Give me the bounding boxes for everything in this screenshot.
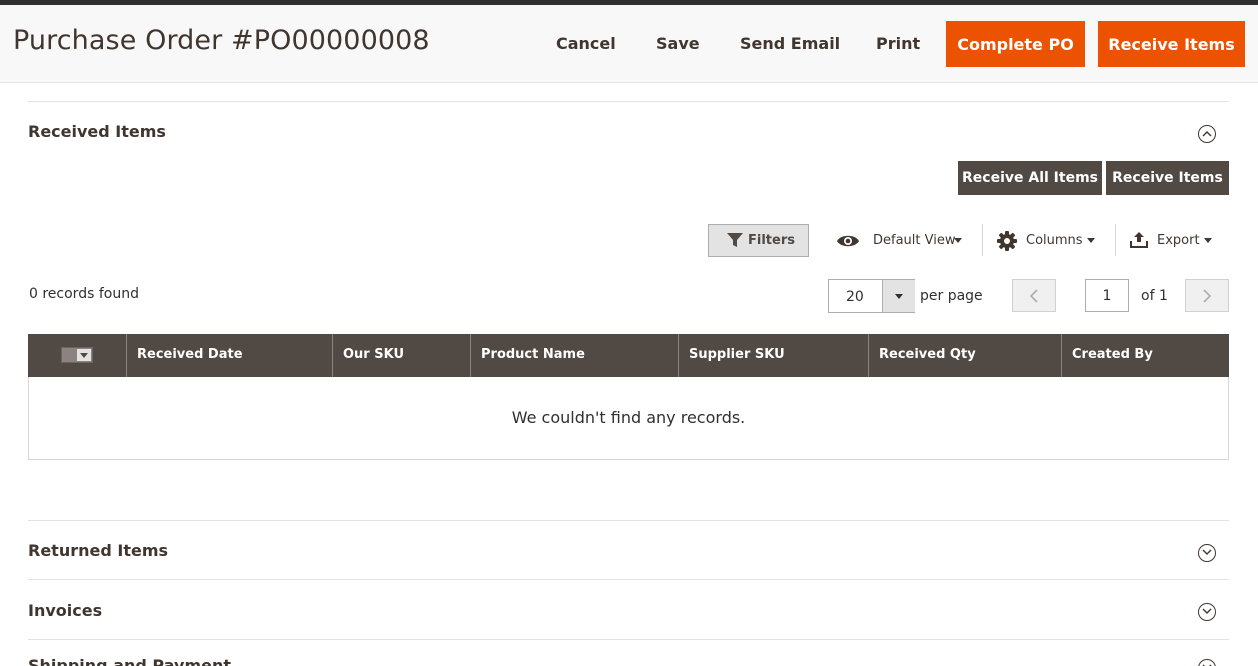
records-count: 0 records found — [29, 286, 139, 302]
print-button[interactable]: Print — [876, 34, 920, 53]
export-label: Export — [1157, 233, 1200, 248]
section-divider — [28, 579, 1229, 580]
caret-down-icon — [895, 294, 903, 299]
page-total-label: of 1 — [1141, 288, 1168, 304]
chevron-down-icon[interactable] — [1198, 603, 1216, 621]
mass-select-checkbox[interactable] — [61, 347, 93, 363]
receive-items-header-button[interactable]: Receive Items — [1098, 21, 1245, 67]
receive-all-items-button[interactable]: Receive All Items — [958, 161, 1102, 195]
next-page-button[interactable] — [1185, 279, 1229, 312]
receive-items-button[interactable]: Receive Items — [1106, 161, 1229, 195]
default-view-label: Default View — [873, 233, 956, 248]
complete-po-button[interactable]: Complete PO — [946, 21, 1085, 67]
filters-button[interactable]: Filters — [708, 224, 809, 257]
grid-body: We couldn't find any records. — [28, 377, 1229, 460]
columns-label: Columns — [1026, 233, 1083, 248]
column-header-received-qty[interactable]: Received Qty — [868, 334, 1061, 377]
send-email-button[interactable]: Send Email — [740, 34, 840, 53]
toolbar-separator — [1115, 224, 1116, 256]
caret-down-icon — [1204, 238, 1212, 243]
caret-down-icon — [80, 353, 88, 358]
caret-down-icon — [1087, 238, 1095, 243]
empty-records-message: We couldn't find any records. — [511, 408, 746, 427]
page-header: Purchase Order #PO00000008 Cancel Save S… — [0, 5, 1258, 83]
chevron-left-icon — [1030, 289, 1038, 303]
section-title-invoices[interactable]: Invoices — [28, 601, 102, 620]
caret-down-icon — [954, 238, 962, 243]
upload-icon — [1130, 232, 1148, 248]
column-header-received-date[interactable]: Received Date — [126, 334, 332, 377]
page-title: Purchase Order #PO00000008 — [13, 25, 430, 56]
eye-icon — [837, 235, 859, 247]
section-divider — [28, 639, 1229, 640]
column-header-our-sku[interactable]: Our SKU — [332, 334, 470, 377]
grid-header: Received Date Our SKU Product Name Suppl… — [28, 334, 1229, 377]
chevron-down-icon[interactable] — [1198, 544, 1216, 562]
per-page-select[interactable]: 20 — [828, 279, 915, 313]
previous-page-button[interactable] — [1012, 279, 1056, 312]
filter-icon — [727, 233, 743, 247]
columns-dropdown[interactable]: Columns — [996, 224, 1106, 257]
column-header-created-by[interactable]: Created By — [1061, 334, 1229, 377]
section-title-received-items[interactable]: Received Items — [28, 122, 166, 141]
per-page-dropdown-toggle[interactable] — [882, 280, 915, 312]
mass-action-column — [28, 334, 126, 377]
filters-label: Filters — [748, 233, 795, 248]
chevron-right-icon — [1203, 289, 1211, 303]
page-number-input[interactable]: 1 — [1085, 279, 1129, 312]
chevron-up-icon[interactable] — [1198, 125, 1216, 143]
toolbar-separator — [982, 224, 983, 256]
section-title-shipping-and-payment[interactable]: Shipping and Payment — [28, 656, 231, 666]
column-header-supplier-sku[interactable]: Supplier SKU — [678, 334, 868, 377]
section-divider — [28, 101, 1229, 102]
gear-icon — [997, 231, 1017, 251]
save-button[interactable]: Save — [656, 34, 700, 53]
cancel-button[interactable]: Cancel — [556, 34, 616, 53]
chevron-down-icon[interactable] — [1198, 659, 1216, 666]
export-dropdown[interactable]: Export — [1129, 224, 1219, 257]
per-page-label: per page — [920, 288, 983, 304]
default-view-dropdown[interactable]: Default View — [835, 224, 970, 257]
column-header-product-name[interactable]: Product Name — [470, 334, 678, 377]
per-page-value: 20 — [846, 289, 864, 305]
section-divider — [28, 520, 1229, 521]
section-title-returned-items[interactable]: Returned Items — [28, 541, 168, 560]
